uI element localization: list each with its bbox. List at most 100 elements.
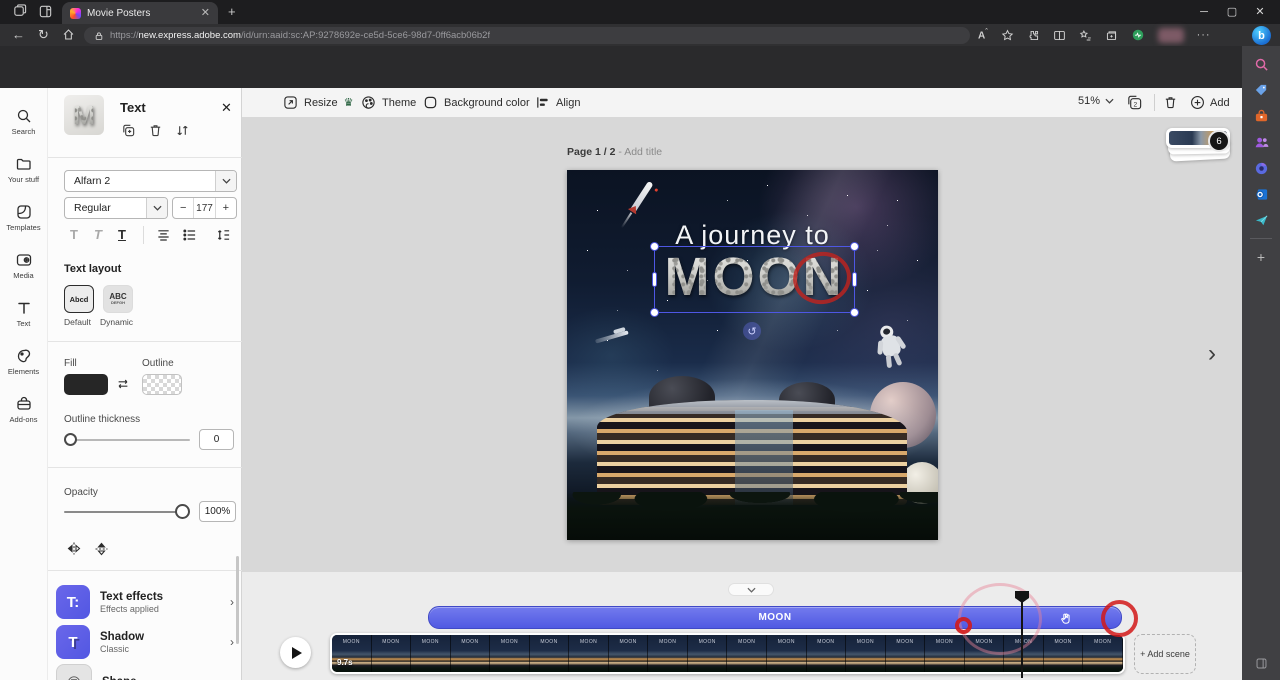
line-spacing-icon[interactable] <box>216 228 231 242</box>
selection-handle-left[interactable] <box>652 272 657 287</box>
sidebar-item-media[interactable]: Media <box>0 242 48 290</box>
selection-handle-top-left[interactable] <box>650 242 659 251</box>
sidebar-item-search[interactable]: Search <box>0 98 48 146</box>
list-icon[interactable] <box>182 228 197 242</box>
background-color-button[interactable]: Background color <box>423 95 530 110</box>
sidebar-settings-icon[interactable] <box>1253 655 1270 672</box>
delete-layer-icon[interactable] <box>148 123 163 138</box>
shadow-item[interactable]: T ShadowClassic › <box>56 623 234 661</box>
panel-close-icon[interactable]: ✕ <box>221 100 232 116</box>
fill-color-swatch[interactable] <box>64 374 108 395</box>
sidebar-tools-icon[interactable] <box>1253 108 1270 125</box>
filmstrip-frame[interactable]: MOON <box>1044 635 1084 672</box>
sidebar-item-elements[interactable]: Elements <box>0 338 48 386</box>
filmstrip-frame[interactable]: MOON <box>411 635 451 672</box>
back-icon[interactable]: ← <box>12 28 25 41</box>
outline-thickness-value[interactable]: 0 <box>199 429 234 450</box>
browser-menu-icon[interactable]: ··· <box>1197 29 1211 41</box>
tab-actions-icon[interactable] <box>38 4 53 19</box>
minimize-button[interactable]: ─ <box>1190 1 1218 23</box>
add-scene-button[interactable]: + Add scene <box>1134 634 1196 674</box>
poster-page[interactable]: A journey to MOON <box>567 170 938 540</box>
profile-avatar[interactable] <box>1158 28 1184 43</box>
font-size-increase[interactable]: + <box>215 198 236 218</box>
text-effects-item[interactable]: T: Text effectsEffects applied › <box>56 583 234 621</box>
filmstrip-frame[interactable]: MOON <box>688 635 728 672</box>
pages-view-button[interactable]: 2 <box>1126 94 1143 111</box>
text-align-icon[interactable] <box>156 228 171 242</box>
selection-handle-top-right[interactable] <box>850 242 859 251</box>
duplicate-icon[interactable] <box>121 123 136 138</box>
filmstrip-frame[interactable]: MOON <box>648 635 688 672</box>
sidebar-people-icon[interactable] <box>1253 134 1270 151</box>
outline-thickness-knob[interactable] <box>64 433 77 446</box>
maximize-button[interactable]: ▢ <box>1218 1 1246 23</box>
bold-button[interactable]: T <box>70 227 78 242</box>
filmstrip-frame[interactable]: MOON <box>372 635 412 672</box>
italic-button[interactable]: T <box>94 227 102 242</box>
filmstrip-frame[interactable]: MOON <box>925 635 965 672</box>
sidebar-shopping-icon[interactable] <box>1253 82 1270 99</box>
timeline-collapse-button[interactable] <box>728 583 774 596</box>
refresh-icon[interactable]: ↻ <box>38 28 49 41</box>
delete-page-icon[interactable] <box>1163 95 1178 110</box>
sidebar-item-add-ons[interactable]: Add-ons <box>0 386 48 434</box>
filmstrip-frame[interactable]: MOON <box>451 635 491 672</box>
shape-item[interactable]: Ⓣ Shape › <box>56 663 234 680</box>
filmstrip-frame[interactable]: MOON <box>490 635 530 672</box>
sidebar-item-templates[interactable]: Templates <box>0 194 48 242</box>
filmstrip-frame[interactable]: MOON <box>530 635 570 672</box>
resize-button[interactable]: Resize ♛ <box>283 95 354 110</box>
filmstrip-frame[interactable]: MOON <box>569 635 609 672</box>
browser-essentials-icon[interactable] <box>1131 28 1145 42</box>
filmstrip-frame[interactable]: MOON <box>846 635 886 672</box>
font-size-value[interactable]: 177 <box>193 198 214 218</box>
collections-icon[interactable] <box>1105 29 1118 42</box>
outline-thickness-slider[interactable] <box>64 439 190 441</box>
opacity-knob[interactable] <box>175 504 190 519</box>
filmstrip-frame[interactable]: MOON <box>609 635 649 672</box>
sidebar-outlook-icon[interactable] <box>1253 186 1270 203</box>
page-title-hint[interactable]: - Add title <box>618 146 662 158</box>
font-weight-select[interactable]: Regular <box>64 197 168 219</box>
theme-button[interactable]: Theme <box>361 95 416 110</box>
opacity-value[interactable]: 100% <box>199 501 236 522</box>
font-family-select[interactable]: Alfarn 2 <box>64 170 237 192</box>
bing-copilot-icon[interactable]: b <box>1252 26 1271 45</box>
close-button[interactable]: ✕ <box>1246 1 1274 23</box>
add-page-button[interactable]: Add <box>1190 95 1230 110</box>
sidebar-lens-icon[interactable] <box>1253 160 1270 177</box>
favorites-bar-icon[interactable] <box>1079 29 1092 42</box>
new-tab-button[interactable]: + <box>228 4 236 19</box>
sidebar-item-your-stuff[interactable]: Your stuff <box>0 146 48 194</box>
layout-default-button[interactable]: Abcd <box>64 285 94 313</box>
reorder-icon[interactable] <box>175 123 190 138</box>
sidebar-search-icon[interactable] <box>1253 56 1270 73</box>
favorite-star-icon[interactable] <box>1001 29 1014 42</box>
outline-color-swatch[interactable] <box>142 374 182 395</box>
filmstrip-frame[interactable]: MOON <box>1083 635 1123 672</box>
sidebar-item-text[interactable]: Text <box>0 290 48 338</box>
flip-vertical-icon[interactable] <box>94 541 109 557</box>
swap-colors-icon[interactable] <box>116 377 130 391</box>
opacity-slider[interactable] <box>64 511 184 513</box>
panel-scrollbar[interactable] <box>236 556 239 644</box>
url-bar[interactable]: https://new.express.adobe.com/id/urn:aai… <box>84 27 970 44</box>
sidebar-drop-icon[interactable] <box>1253 212 1270 229</box>
filmstrip-frame[interactable]: MOON <box>807 635 847 672</box>
split-screen-icon[interactable] <box>1053 29 1066 42</box>
filmstrip-frame[interactable]: MOON <box>767 635 807 672</box>
sidebar-add-icon[interactable]: + <box>1253 248 1270 265</box>
tab-close-icon[interactable]: ✕ <box>201 8 210 19</box>
workspaces-icon[interactable] <box>12 4 27 19</box>
underline-button[interactable]: T <box>118 227 126 242</box>
playhead-line[interactable] <box>1021 602 1023 678</box>
selection-handle-right[interactable] <box>852 272 857 287</box>
font-size-decrease[interactable]: − <box>173 198 193 218</box>
play-button[interactable] <box>280 637 311 668</box>
zoom-control[interactable]: 51% <box>1078 95 1114 107</box>
extensions-icon[interactable] <box>1027 29 1040 42</box>
home-icon[interactable] <box>62 28 75 41</box>
browser-tab-movie-posters[interactable]: Movie Posters ✕ <box>62 2 218 24</box>
filmstrip-frame[interactable]: MOON <box>886 635 926 672</box>
